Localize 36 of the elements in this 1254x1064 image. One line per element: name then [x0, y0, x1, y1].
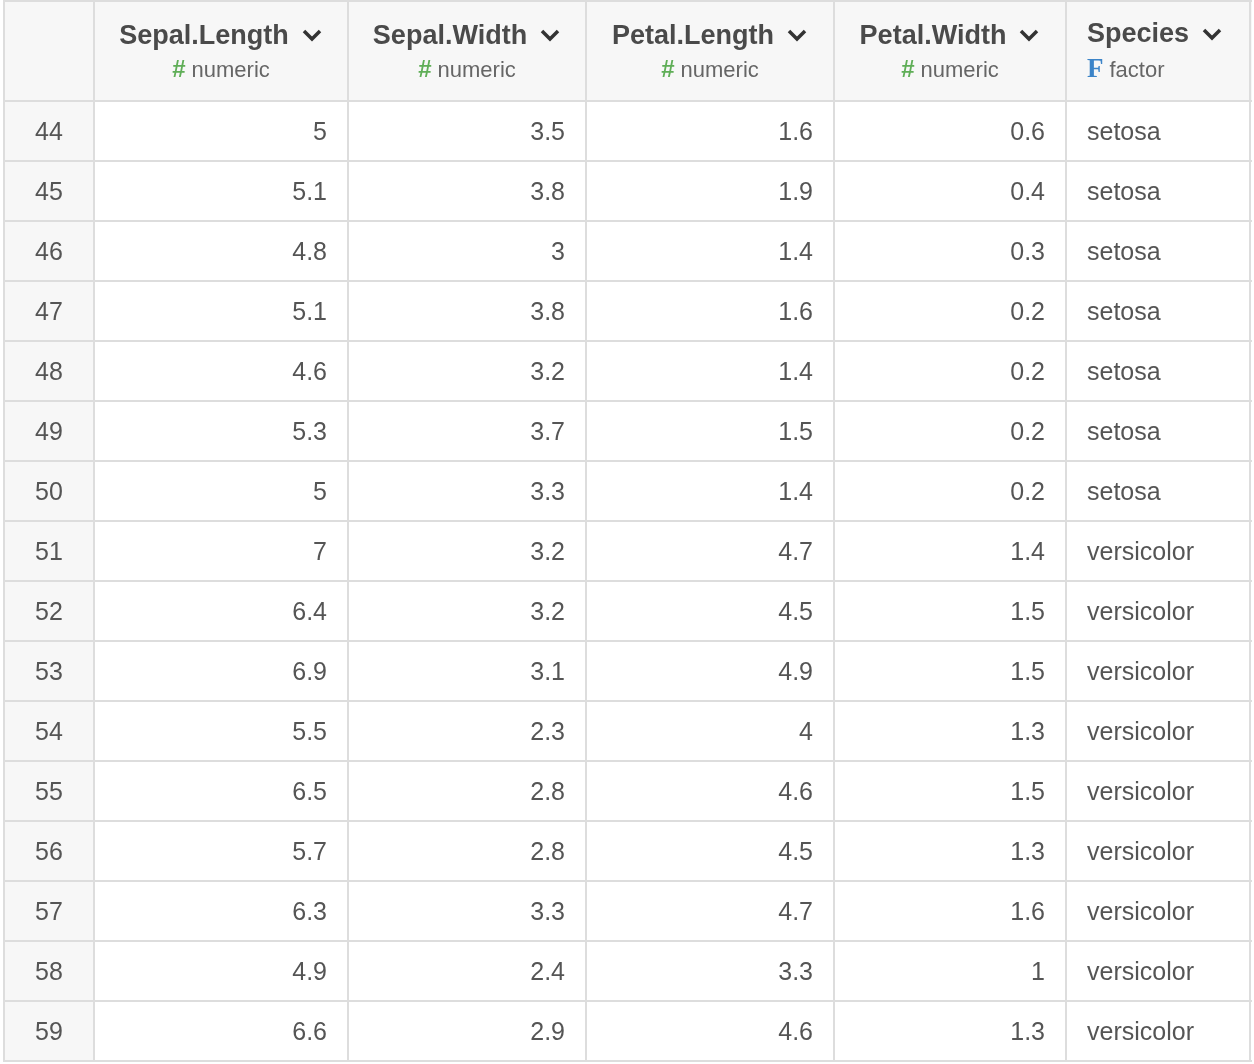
- row-number: 49: [5, 402, 95, 460]
- chevron-down-icon[interactable]: [1018, 28, 1041, 42]
- type-icon: #: [172, 54, 186, 83]
- column-header[interactable]: Sepal.Length: [119, 19, 289, 51]
- column-type: numeric: [191, 56, 270, 83]
- type-icon: #: [661, 54, 675, 83]
- row-number: 52: [5, 582, 95, 640]
- column-type: numeric: [680, 56, 759, 83]
- row-number: 55: [5, 762, 95, 820]
- column-header[interactable]: Petal.Width: [859, 19, 1007, 51]
- row-number: 59: [5, 1002, 95, 1060]
- column-header[interactable]: Sepal.Width: [372, 19, 528, 51]
- row-number: 44: [5, 102, 95, 160]
- row-number: 47: [5, 282, 95, 340]
- row-number: 53: [5, 642, 95, 700]
- row-number: 54: [5, 702, 95, 760]
- chevron-down-icon[interactable]: [786, 28, 808, 42]
- column-type: factor: [1109, 57, 1165, 83]
- row-number: 57: [5, 882, 95, 940]
- row-number: 51: [5, 522, 95, 580]
- type-icon: #: [901, 54, 915, 83]
- column-type: numeric: [437, 56, 516, 83]
- row-number: 58: [5, 942, 95, 1000]
- type-icon: #: [418, 54, 432, 83]
- column-type: numeric: [920, 56, 999, 83]
- chevron-down-icon[interactable]: [539, 28, 562, 42]
- row-number: 48: [5, 342, 95, 400]
- column-header[interactable]: Petal.Length: [612, 19, 774, 51]
- chevron-down-icon[interactable]: [1201, 26, 1224, 41]
- chevron-down-icon[interactable]: [300, 28, 323, 42]
- row-number: 56: [5, 822, 95, 880]
- row-number: 50: [5, 462, 95, 520]
- column-header[interactable]: Species: [1087, 18, 1190, 49]
- type-icon: F: [1087, 53, 1104, 84]
- row-number: 45: [5, 162, 95, 220]
- row-number: 46: [5, 222, 95, 280]
